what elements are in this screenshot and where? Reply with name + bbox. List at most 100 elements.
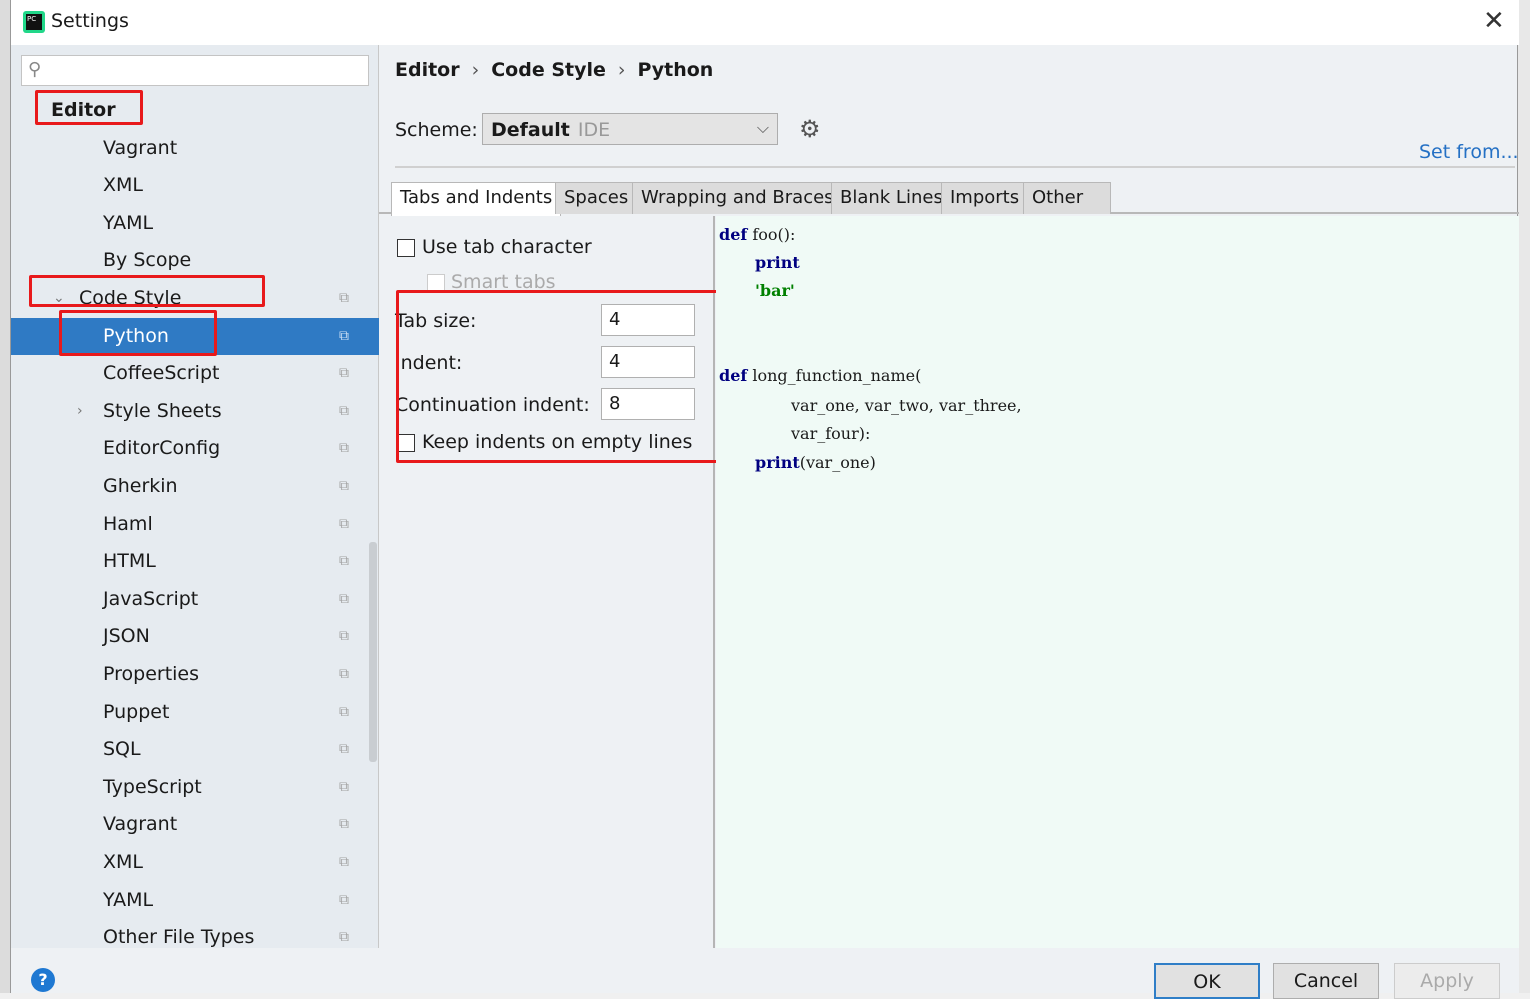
settings-tree: ⚲ Editor Vagrant XML YAML By Scope ⌄ Code Styl… [11,45,379,948]
tab-tabs-and-indents[interactable]: Tabs and Indents [391,182,562,216]
tree-item[interactable]: CoffeeScript ⧉ [11,355,379,392]
divider [395,166,1515,168]
background-window [0,0,10,993]
tab-imports[interactable]: Imports [941,182,1029,214]
tree-item-label: JavaScript [103,587,199,610]
code-line: def foo(): [719,225,796,244]
title-bar: PC Settings ✕ [11,0,1519,45]
copy-icon: ⧉ [339,327,349,344]
tree-item[interactable]: YAML [11,205,379,242]
tab-spaces[interactable]: Spaces [555,182,638,214]
tree-item[interactable]: Gherkin ⧉ [11,468,379,505]
breadcrumb-item: Code Style [491,59,606,81]
tree-item[interactable]: Vagrant ⧉ [11,806,379,843]
tab-blank-lines[interactable]: Blank Lines [831,182,952,214]
code-line: var_four): [791,424,871,443]
tree-item-label: TypeScript [103,775,202,798]
scheme-value: Default [491,119,570,141]
copy-icon: ⧉ [339,816,349,833]
copy-icon: ⧉ [339,553,349,570]
scheme-dropdown[interactable]: Default IDE ⌵ [482,113,778,145]
button-bar: ? OK Cancel Apply [11,948,1519,999]
tree-item[interactable]: EditorConfig ⧉ [11,430,379,467]
tree-item-label: XML [103,174,143,197]
search-icon: ⚲ [28,59,42,80]
tree-item[interactable]: XML ⧉ [11,844,379,881]
copy-icon: ⧉ [339,703,349,720]
tree-item-label: YAML [103,211,154,234]
use-tab-checkbox[interactable] [397,239,415,257]
copy-icon: ⧉ [339,778,349,795]
tree-item-label: Style Sheets [103,399,222,422]
tree-item-label: YAML [103,888,154,911]
scrollbar[interactable] [369,542,377,762]
tree-item[interactable]: Vagrant [11,130,379,167]
tree-item-label: Puppet [103,700,170,723]
copy-icon: ⧉ [339,365,349,382]
tree-item-label: SQL [103,738,141,761]
tree-item-label: Vagrant [103,136,178,159]
copy-icon: ⧉ [339,854,349,870]
tab-wrapping-and-braces[interactable]: Wrapping and Braces [632,182,843,214]
breadcrumb: Editor › Code Style › Python [395,59,714,81]
tree-item-label: CoffeeScript [103,362,220,385]
copy-icon: ⧉ [339,515,349,532]
tree-item[interactable]: Puppet ⧉ [11,694,379,731]
tree-item-label: Gherkin [103,475,178,497]
background-window [1518,0,1530,993]
copy-icon: ⧉ [339,666,349,682]
tab-bar: Tabs and Indents Spaces Wrapping and Bra… [379,182,1519,216]
tree-item-label: XML [103,851,143,873]
code-line: print [755,253,800,272]
scheme-label: Scheme: [395,119,478,141]
breadcrumb-item: Python [637,59,714,81]
help-icon[interactable]: ? [31,968,55,992]
tree-item[interactable]: HTML ⧉ [11,543,379,580]
tab-other[interactable]: Other [1023,182,1111,214]
highlight-box [396,290,731,463]
tree-item-label: Haml [103,512,153,535]
cancel-button[interactable]: Cancel [1273,963,1379,999]
ok-button[interactable]: OK [1154,963,1260,999]
copy-icon: ⧉ [339,478,349,494]
tree-item-label: JSON [103,625,150,648]
close-icon[interactable]: ✕ [1483,6,1505,36]
code-line: print(var_one) [755,453,876,472]
apply-button[interactable]: Apply [1394,963,1500,999]
code-line: 'bar' [755,281,795,300]
breadcrumb-item: Editor [395,59,460,81]
window-title: Settings [51,10,129,32]
tree-item-label: EditorConfig [103,437,221,460]
tree-item[interactable]: Properties ⧉ [11,656,379,693]
scheme-suffix: IDE [577,119,611,141]
copy-icon: ⧉ [339,290,349,306]
search-input[interactable]: ⚲ [21,55,369,86]
code-line: var_one, var_two, var_three, [791,396,1022,415]
copy-icon: ⧉ [339,891,349,908]
chevron-down-icon: ⌵ [756,118,769,137]
tree-item[interactable]: XML [11,167,379,204]
copy-icon: ⧉ [339,590,349,607]
tree-item[interactable]: JSON ⧉ [11,618,379,655]
tree-item-label: Vagrant [103,813,178,836]
tree-item[interactable]: By Scope [11,242,379,279]
tree-item[interactable]: JavaScript ⧉ [11,581,379,618]
copy-icon: ⧉ [339,402,349,419]
tree-item[interactable]: YAML ⧉ [11,882,379,919]
main-panel: Editor › Code Style › Python Scheme: Default… [379,45,1519,948]
tree-item-label: By Scope [103,249,192,272]
gear-icon[interactable]: ⚙ [799,115,821,143]
pycharm-logo-icon: PC [23,11,45,33]
highlight-box [35,90,143,125]
tree-item-label: Properties [103,663,200,685]
settings-dialog: PC Settings ✕ ⚲ Editor Vagrant XML YAML By S… [10,0,1519,999]
tree-item[interactable]: › Style Sheets ⧉ [11,393,379,430]
tree-item[interactable]: TypeScript ⧉ [11,769,379,806]
highlight-box [59,310,217,356]
tree-item[interactable]: SQL ⧉ [11,731,379,768]
tree-item[interactable]: Haml ⧉ [11,506,379,543]
code-preview: def foo(): print 'bar' def long_function… [716,216,1519,948]
set-from-link[interactable]: Set from... [1419,141,1519,163]
copy-icon: ⧉ [339,628,349,645]
chevron-right-icon[interactable]: › [77,393,83,430]
